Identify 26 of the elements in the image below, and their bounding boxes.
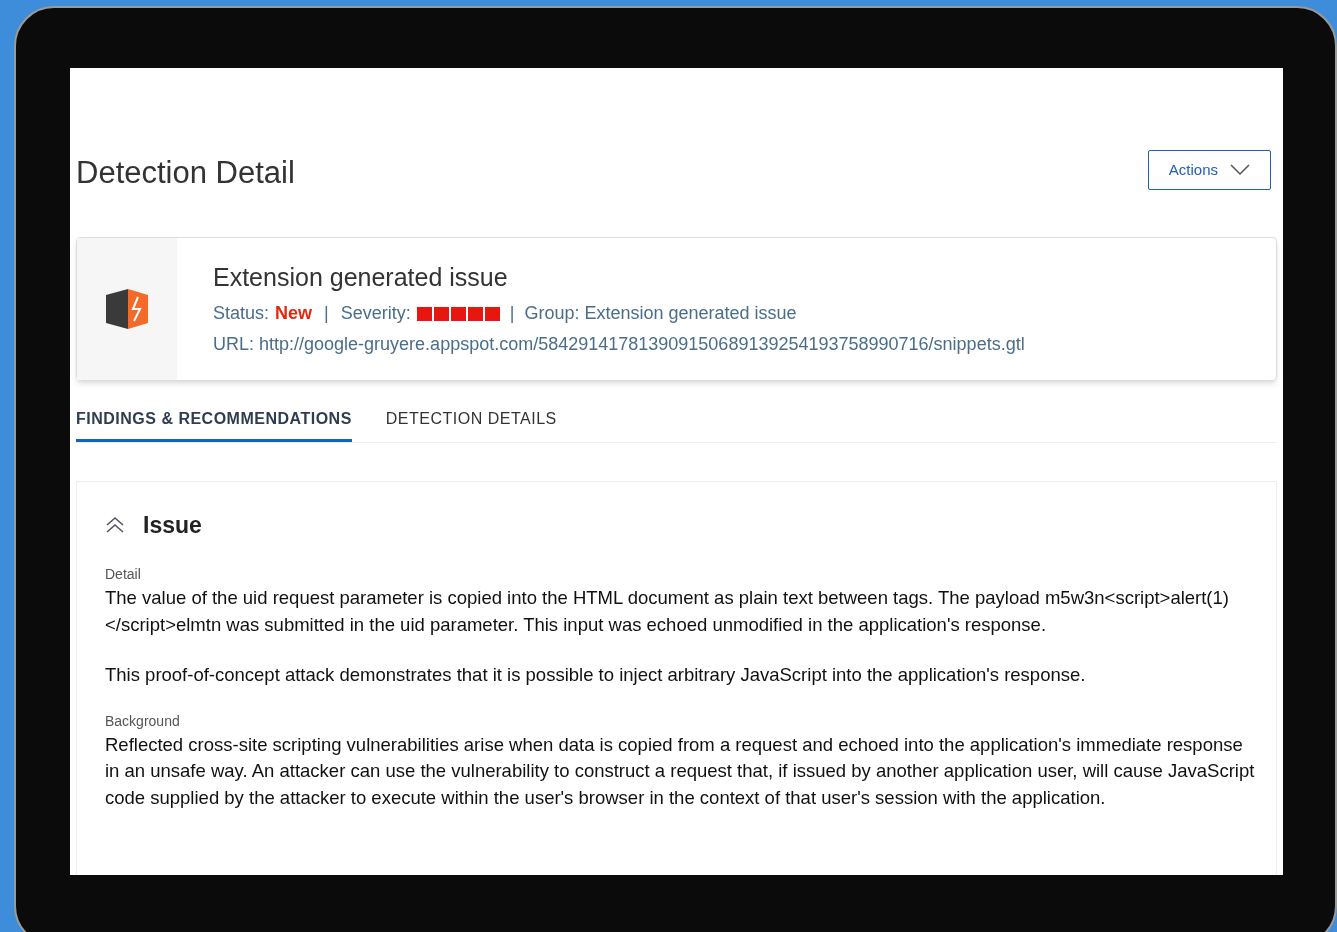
tab[interactable]: DETECTION DETAILS	[385, 406, 557, 442]
chevron-down-icon	[1230, 164, 1250, 177]
url-text: URL: http://google-gruyere.appspot.com/584291417813909150689139254193758990716/snippets.gtl	[213, 333, 1025, 357]
group-text: Group: Extension generated issue	[524, 302, 797, 326]
status-label: Status:	[213, 302, 270, 326]
field-text: The value of the uid request parameter is copied into the HTML document as plain text between tags. The payload m5w3n<script>alert(1)</script>elmtn was submitted in the uid parameter. This input was echoed unmodified in the application's response.	[105, 586, 1230, 637]
collapse-icon[interactable]	[105, 515, 125, 534]
detection-title: Extension generated issue	[213, 261, 509, 293]
severity-square	[416, 306, 432, 321]
severity-square	[467, 306, 483, 321]
field-text: This proof-of-concept attack demonstrates that it is possible to inject arbitrary JavaScript into the application's response.	[105, 663, 1087, 687]
separator: |	[509, 302, 515, 326]
field-label: Background	[105, 711, 181, 731]
tab[interactable]: FINDINGS & RECOMMENDATIONS	[76, 406, 352, 442]
field-label: Detail	[105, 565, 142, 584]
separator: |	[324, 302, 329, 326]
field-text: Reflected cross-site scripting vulnerabilities arise when data is copied from a request and echoed into the application's immediate response in an unsafe way. An attacker can use the vulnerability to construct a request that, if issued by another application user, will cause JavaScript code supplied by the attacker to execute within the user's browser in the context of that user's session with the application.	[105, 732, 1256, 810]
severity-square	[450, 306, 466, 321]
severity-square	[433, 306, 449, 321]
cube-icon	[104, 286, 150, 331]
severity-square	[484, 306, 500, 321]
section-title: Issue	[143, 510, 202, 540]
page-title: Detection Detail	[76, 154, 295, 192]
actions-button[interactable]: Actions	[1147, 150, 1271, 191]
status-value: New	[275, 302, 313, 326]
severity-label: Severity:	[340, 302, 411, 326]
